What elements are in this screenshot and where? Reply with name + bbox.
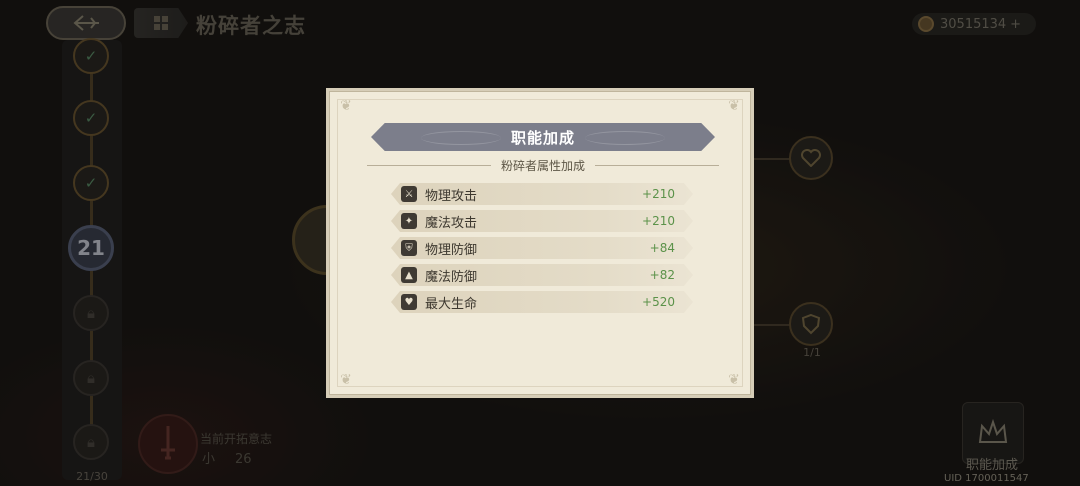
attribute-row-physical-attack: ⚔ 物理攻击 +210 xyxy=(391,183,693,205)
subtitle-row: 粉碎者属性加成 xyxy=(367,157,720,173)
hat-icon: ▲ xyxy=(401,267,417,283)
attribute-value: +84 xyxy=(649,241,675,255)
divider-line xyxy=(367,164,491,166)
corner-ornament-icon: ❦ xyxy=(340,372,352,388)
attribute-row-magic-defense: ▲ 魔法防御 +82 xyxy=(391,264,693,286)
attribute-row-magic-attack: ✦ 魔法攻击 +210 xyxy=(391,210,693,232)
job-bonus-modal: ❦ ❦ ❦ ❦ 职能加成 粉碎者属性加成 ⚔ 物理攻击 +210 ✦ 魔法攻击 … xyxy=(326,88,754,398)
attribute-name: 魔法防御 xyxy=(425,269,478,285)
attribute-row-physical-defense: ⛨ 物理防御 +84 xyxy=(391,237,693,259)
attribute-name: 最大生命 xyxy=(425,296,478,312)
flourish-right-icon xyxy=(585,131,665,145)
attribute-value: +210 xyxy=(642,187,675,201)
wand-icon: ✦ xyxy=(401,213,417,229)
attribute-name: 物理防御 xyxy=(425,242,478,258)
divider-line xyxy=(595,164,720,166)
attribute-name: 物理攻击 xyxy=(425,188,478,204)
corner-ornament-icon: ❦ xyxy=(728,98,740,114)
corner-ornament-icon: ❦ xyxy=(340,98,352,114)
corner-ornament-icon: ❦ xyxy=(728,372,740,388)
modal-subtitle: 粉碎者属性加成 xyxy=(501,158,586,173)
modal-title: 职能加成 xyxy=(510,128,575,147)
attribute-row-max-hp: ♥ 最大生命 +520 xyxy=(391,291,693,313)
attribute-value: +82 xyxy=(649,268,675,282)
flourish-left-icon xyxy=(421,131,501,145)
attribute-list: ⚔ 物理攻击 +210 ✦ 魔法攻击 +210 ⛨ 物理防御 +84 ▲ 魔法防… xyxy=(391,183,693,318)
sword-icon: ⚔ xyxy=(401,186,417,202)
heart-icon: ♥ xyxy=(401,294,417,310)
attribute-value: +520 xyxy=(642,295,675,309)
attribute-value: +210 xyxy=(642,214,675,228)
attribute-name: 魔法攻击 xyxy=(425,215,478,231)
shield-icon: ⛨ xyxy=(401,240,417,256)
